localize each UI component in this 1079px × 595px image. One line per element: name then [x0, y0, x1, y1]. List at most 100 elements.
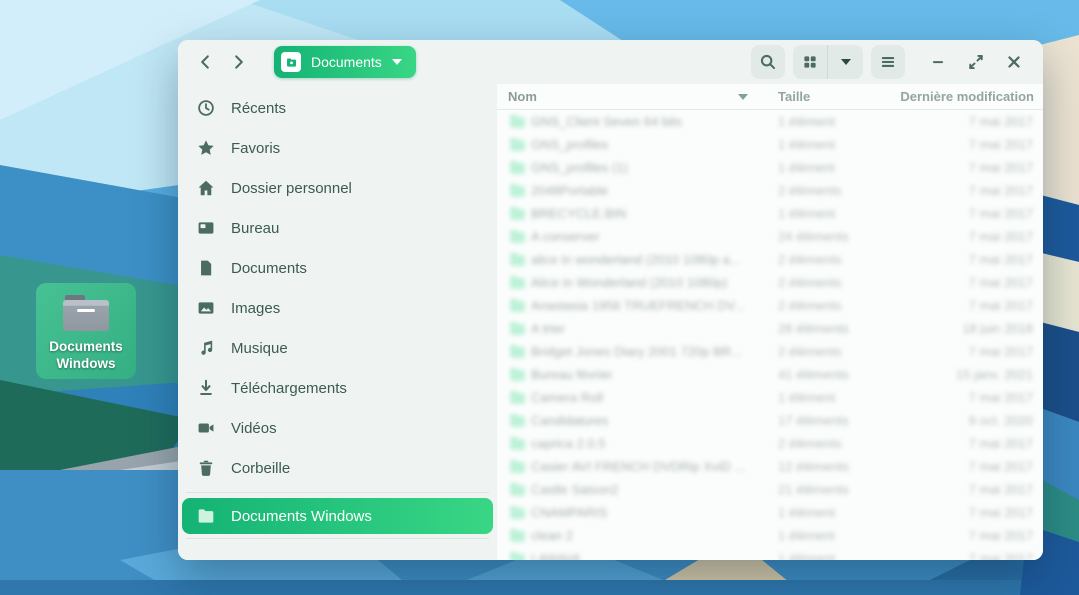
sidebar-item-label: Dossier personnel — [231, 180, 352, 197]
column-header-modified[interactable]: Dernière modification — [898, 89, 1043, 104]
trash-icon — [197, 459, 215, 477]
list-column-headers: Nom Taille Dernière modification — [497, 84, 1043, 110]
file-row[interactable]: Candidatures 17 éléments 9 oct. 2020 — [497, 409, 1043, 432]
file-row[interactable]: BRECYCLE.BIN 1 élément 7 mai 2017 — [497, 202, 1043, 225]
file-name: Casier AVI FRENCH DVDRip XviD ... — [531, 459, 778, 474]
back-button[interactable] — [192, 49, 218, 75]
file-row[interactable]: caprica 2.0.5 2 éléments 7 mai 2017 — [497, 432, 1043, 455]
close-button[interactable] — [999, 47, 1029, 77]
sidebar-item-bureau[interactable]: Bureau — [178, 208, 497, 248]
file-size: 2 éléments — [778, 183, 898, 198]
file-name: GNS_Client Seven 64 bits — [531, 114, 778, 129]
file-row[interactable]: clean 2 1 élément 7 mai 2017 — [497, 524, 1043, 547]
column-header-name[interactable]: Nom — [497, 89, 738, 104]
folder-icon — [510, 207, 525, 220]
sidebar-item-telechargements[interactable]: Téléchargements — [178, 368, 497, 408]
sidebar-item-label: Téléchargements — [231, 380, 347, 397]
search-icon — [759, 53, 777, 71]
file-size: 1 élément — [778, 528, 898, 543]
file-size: 41 éléments — [778, 367, 898, 382]
file-modified: 7 mai 2017 — [898, 436, 1043, 451]
file-modified: 7 mai 2017 — [898, 505, 1043, 520]
close-icon — [1005, 53, 1023, 71]
file-row[interactable]: A conserver 24 éléments 7 mai 2017 — [497, 225, 1043, 248]
folder-icon — [510, 299, 525, 312]
folder-icon — [510, 506, 525, 519]
file-row[interactable]: Bureau février 41 éléments 15 janv. 2021 — [497, 363, 1043, 386]
sidebar-item-videos[interactable]: Vidéos — [178, 408, 497, 448]
grid-view-button[interactable] — [793, 45, 827, 79]
home-icon — [197, 179, 215, 197]
file-row[interactable]: 2048Portable 2 éléments 7 mai 2017 — [497, 179, 1043, 202]
clock-icon — [197, 99, 215, 117]
sidebar-item-dossier-personnel[interactable]: Dossier personnel — [178, 168, 497, 208]
sidebar-item-label: Favoris — [231, 140, 280, 157]
file-row[interactable]: Anastasia 1956 TRUEFRENCH DV... 2 élémen… — [497, 294, 1043, 317]
file-list: Nom Taille Dernière modification GNS_Cli… — [497, 84, 1043, 560]
file-row[interactable]: Castle Saison2 21 éléments 7 mai 2017 — [497, 478, 1043, 501]
file-modified: 7 mai 2017 — [898, 344, 1043, 359]
file-size: 17 éléments — [778, 413, 898, 428]
menu-button[interactable] — [871, 45, 905, 79]
file-name: A trier — [531, 321, 778, 336]
file-row[interactable]: GNS_profiles 1 élément 7 mai 2017 — [497, 133, 1043, 156]
maximize-button[interactable] — [961, 47, 991, 77]
view-options-button[interactable] — [827, 45, 863, 79]
file-name: LAWAHL — [531, 551, 778, 560]
forward-button[interactable] — [226, 49, 252, 75]
file-size: 1 élément — [778, 551, 898, 560]
file-modified: 7 mai 2017 — [898, 137, 1043, 152]
sidebar-item-corbeille[interactable]: Corbeille — [178, 448, 497, 488]
file-row[interactable]: GNS_profiles (1) 1 élément 7 mai 2017 — [497, 156, 1043, 179]
file-size: 2 éléments — [778, 298, 898, 313]
sidebar-item-musique[interactable]: Musique — [178, 328, 497, 368]
view-split-button — [793, 45, 863, 79]
sidebar-item-images[interactable]: Images — [178, 288, 497, 328]
sidebar-item-label: Musique — [231, 340, 288, 357]
file-name: clean 2 — [531, 528, 778, 543]
search-button[interactable] — [751, 45, 785, 79]
sidebar-item-label: Vidéos — [231, 420, 277, 437]
file-size: 1 élément — [778, 160, 898, 175]
files-window: Documents — [178, 40, 1043, 560]
file-size: 1 élément — [778, 505, 898, 520]
folder-icon — [510, 230, 525, 243]
sidebar-item-documents-windows[interactable]: Documents Windows — [182, 498, 493, 534]
minimize-button[interactable] — [923, 47, 953, 77]
file-row[interactable]: Alice in Wonderland (2010 1080p) 2 éléme… — [497, 271, 1043, 294]
sidebar-separator — [186, 538, 489, 539]
sidebar-item-recents[interactable]: Récents — [178, 88, 497, 128]
file-modified: 7 mai 2017 — [898, 528, 1043, 543]
file-name: GNS_profiles (1) — [531, 160, 778, 175]
file-row[interactable]: Bridget Jones Diary 2001 720p BR... 2 él… — [497, 340, 1043, 363]
file-row[interactable]: GNS_Client Seven 64 bits 1 élément 7 mai… — [497, 110, 1043, 133]
file-name: A conserver — [531, 229, 778, 244]
file-row[interactable]: Casier AVI FRENCH DVDRip XviD ... 12 élé… — [497, 455, 1043, 478]
sidebar-item-documents[interactable]: Documents — [178, 248, 497, 288]
file-rows: GNS_Client Seven 64 bits 1 élément 7 mai… — [497, 110, 1043, 560]
file-modified: 7 mai 2017 — [898, 160, 1043, 175]
column-header-size[interactable]: Taille — [778, 89, 898, 104]
file-name: CNAMPARIS — [531, 505, 778, 520]
file-modified: 7 mai 2017 — [898, 114, 1043, 129]
sidebar-item-label: Images — [231, 300, 280, 317]
sort-descending-icon — [738, 94, 748, 100]
file-row[interactable]: LAWAHL 1 élément 7 mai 2017 — [497, 547, 1043, 560]
folder-icon — [510, 483, 525, 496]
file-name: GNS_profiles — [531, 137, 778, 152]
sidebar-item-favoris[interactable]: Favoris — [178, 128, 497, 168]
location-button[interactable]: Documents — [274, 46, 416, 78]
desktop-icon-documents-windows[interactable]: Documents Windows — [36, 283, 136, 379]
document-icon — [197, 259, 215, 277]
folder-icon — [510, 322, 525, 335]
sidebar: Récents Favoris Dossier personnel Bureau… — [178, 84, 497, 560]
file-size: 21 éléments — [778, 482, 898, 497]
file-name: BRECYCLE.BIN — [531, 206, 778, 221]
file-size: 2 éléments — [778, 275, 898, 290]
file-row[interactable]: Camera Roll 1 élément 7 mai 2017 — [497, 386, 1043, 409]
file-row[interactable]: alice in wonderland (2010 1080p a... 2 é… — [497, 248, 1043, 271]
sidebar-item-label: Bureau — [231, 220, 279, 237]
file-row[interactable]: CNAMPARIS 1 élément 7 mai 2017 — [497, 501, 1043, 524]
chevron-down-icon — [392, 59, 402, 65]
file-row[interactable]: A trier 28 éléments 18 juin 2018 — [497, 317, 1043, 340]
